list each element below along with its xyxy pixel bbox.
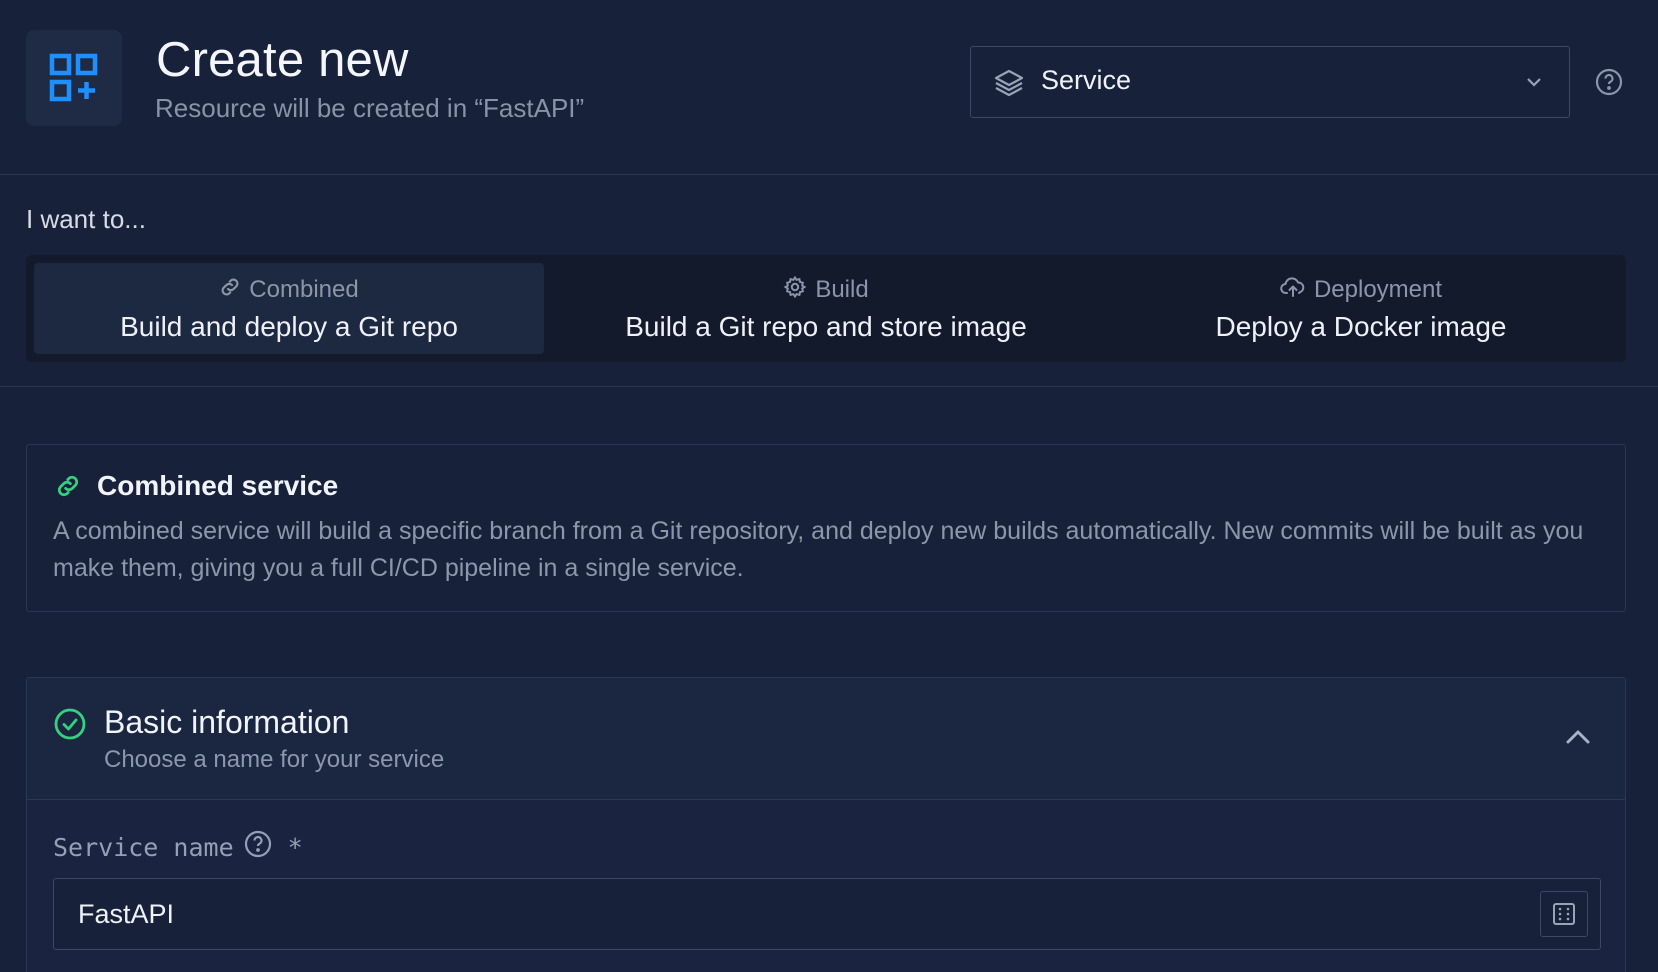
basic-information-header[interactable]: Basic information Choose a name for your… bbox=[27, 678, 1625, 800]
tab-kind-label: Deployment bbox=[1313, 276, 1443, 303]
required-mark: * bbox=[287, 832, 303, 862]
field-label-text: Service name bbox=[53, 832, 234, 862]
gear-icon bbox=[783, 275, 807, 306]
page-subtitle: Resource will be created in “FastAPI” bbox=[155, 93, 585, 123]
help-icon[interactable] bbox=[1595, 68, 1623, 101]
info-title: Combined service bbox=[97, 470, 339, 501]
tab-deployment[interactable]: Deployment Deploy a Docker image bbox=[1106, 263, 1616, 354]
check-circle-icon bbox=[53, 707, 87, 746]
basic-information-section: Basic information Choose a name for your… bbox=[26, 677, 1626, 972]
chevron-down-icon bbox=[1525, 75, 1543, 93]
create-new-page: Create new Resource will be created in “… bbox=[0, 0, 1658, 972]
link-icon bbox=[219, 276, 241, 305]
section-title: Basic information bbox=[104, 704, 350, 740]
service-name-field[interactable] bbox=[53, 878, 1601, 950]
section-divider bbox=[0, 386, 1658, 387]
tab-kind-label: Build bbox=[815, 276, 869, 303]
info-description: A combined service will build a specific… bbox=[53, 517, 1584, 582]
combined-service-info: Combined service A combined service will… bbox=[26, 444, 1626, 612]
service-kind-tabs: Combined Build and deploy a Git repo Bui… bbox=[26, 255, 1626, 362]
intent-label: I want to... bbox=[26, 204, 146, 234]
layers-icon bbox=[993, 67, 1025, 104]
help-icon[interactable] bbox=[244, 830, 272, 864]
service-name-label: Service name * bbox=[53, 830, 303, 864]
tab-description: Build a Git repo and store image bbox=[625, 311, 1027, 342]
tab-build[interactable]: Build Build a Git repo and store image bbox=[571, 263, 1081, 354]
tab-description: Deploy a Docker image bbox=[1215, 311, 1507, 342]
random-name-button[interactable] bbox=[1540, 891, 1588, 937]
cloud-upload-icon bbox=[1280, 276, 1306, 305]
resource-type-select[interactable]: Service bbox=[970, 46, 1570, 118]
tab-combined[interactable]: Combined Build and deploy a Git repo bbox=[34, 263, 544, 354]
tab-kind-label: Combined bbox=[249, 276, 359, 303]
add-apps-icon bbox=[26, 30, 122, 126]
tab-description: Build and deploy a Git repo bbox=[120, 311, 458, 342]
resource-type-value: Service bbox=[1041, 65, 1132, 95]
section-subtitle: Choose a name for your service bbox=[104, 746, 445, 773]
link-icon bbox=[55, 473, 81, 504]
page-title: Create new bbox=[156, 33, 409, 87]
header: Create new Resource will be created in “… bbox=[0, 0, 1658, 175]
chevron-up-icon[interactable] bbox=[1565, 728, 1591, 751]
service-name-input[interactable] bbox=[78, 879, 1478, 949]
